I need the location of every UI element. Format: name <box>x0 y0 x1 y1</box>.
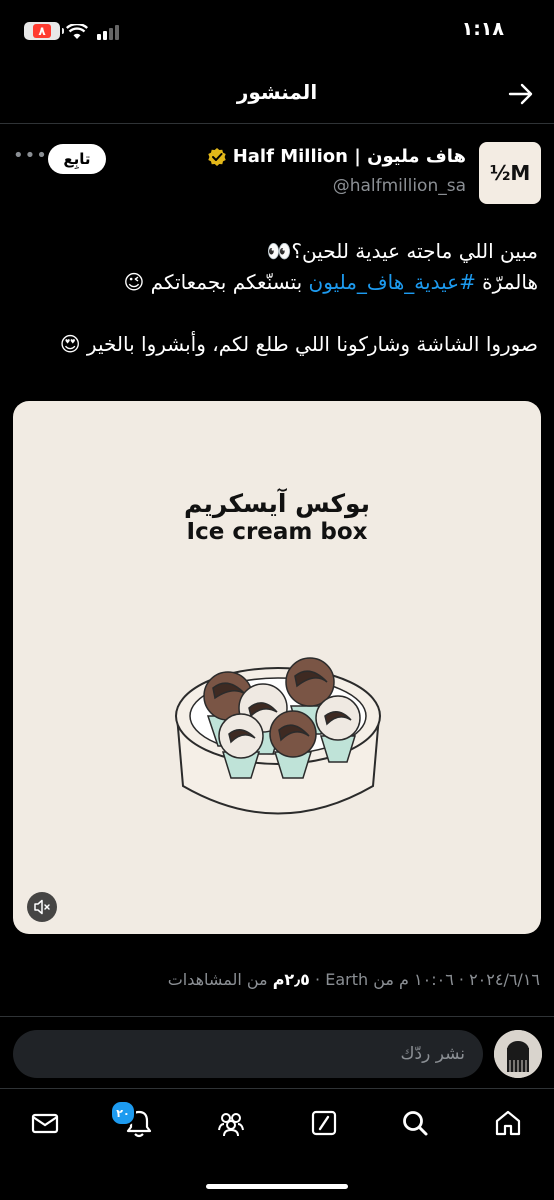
back-arrow-icon[interactable] <box>508 82 534 106</box>
user-avatar-image <box>494 1030 542 1078</box>
post-text-line: مبين اللي ماجته عيدية للحين؟👀 <box>266 239 538 263</box>
post-text: مبين اللي ماجته عيدية للحين؟👀 هالمرّة #ع… <box>18 236 538 360</box>
wifi-icon <box>66 24 88 39</box>
more-options-icon[interactable]: ••• <box>13 145 48 166</box>
views-label: من المشاهدات <box>167 970 273 989</box>
mute-button[interactable] <box>27 892 57 922</box>
text-span: هالمرّة <box>475 270 538 294</box>
author-handle[interactable]: @halfmillion_sa <box>333 176 466 196</box>
media-title-english: Ice cream box <box>186 519 368 545</box>
home-indicator <box>206 1184 348 1189</box>
post-text-line: صوروا الشاشة وشاركونا اللي طلع لكم، وأبش… <box>59 332 538 356</box>
page-title: المنشور <box>236 80 318 104</box>
media-title-arabic: بوكس آيسكريم <box>183 489 371 518</box>
notifications-badge: ٢٠ <box>110 1100 136 1126</box>
post-date-source: ٢٠٢٤/٦/١٦ · ١٠:٠٦ م من Earth · <box>309 970 540 989</box>
search-icon[interactable] <box>400 1108 430 1138</box>
signal-icon <box>97 25 119 40</box>
author-avatar[interactable]: ½M <box>479 142 541 204</box>
user-avatar[interactable] <box>494 1030 542 1078</box>
post-meta: ٢٠٢٤/٦/١٦ · ١٠:٠٦ م من Earth · ٢٫٥م من ا… <box>168 970 540 989</box>
nav-divider <box>0 1088 554 1089</box>
battery-icon: ٨ <box>24 22 64 40</box>
hashtag-link[interactable]: #عيدية_هاف_مليون <box>309 270 476 294</box>
status-time: ١:١٨ <box>461 18 504 40</box>
home-icon[interactable] <box>493 1108 523 1138</box>
reply-input[interactable]: نشر ردّك <box>13 1030 483 1078</box>
views-count: ٢٫٥م <box>272 970 310 989</box>
header-divider <box>0 123 554 124</box>
author-display-name: هاف مليون | Half Million <box>232 146 466 167</box>
follow-button[interactable]: تابِع <box>48 144 106 174</box>
grok-icon[interactable] <box>309 1108 339 1138</box>
messages-icon[interactable] <box>30 1108 60 1138</box>
verified-badge-icon <box>208 147 226 166</box>
text-span: بتسنّعكم بجمعاتكم 😉 <box>123 270 309 294</box>
battery-level: ٨ <box>33 24 51 38</box>
post-text-line: هالمرّة #عيدية_هاف_مليون بتسنّعكم بجمعات… <box>18 267 538 298</box>
author-name[interactable]: هاف مليون | Half Million <box>207 146 466 167</box>
communities-icon[interactable] <box>216 1108 246 1138</box>
meta-divider <box>0 1016 554 1017</box>
speaker-muted-icon <box>34 899 50 915</box>
post-media[interactable]: بوكس آيسكريم Ice cream box <box>13 401 541 934</box>
ice-cream-box-illustration <box>175 657 381 815</box>
